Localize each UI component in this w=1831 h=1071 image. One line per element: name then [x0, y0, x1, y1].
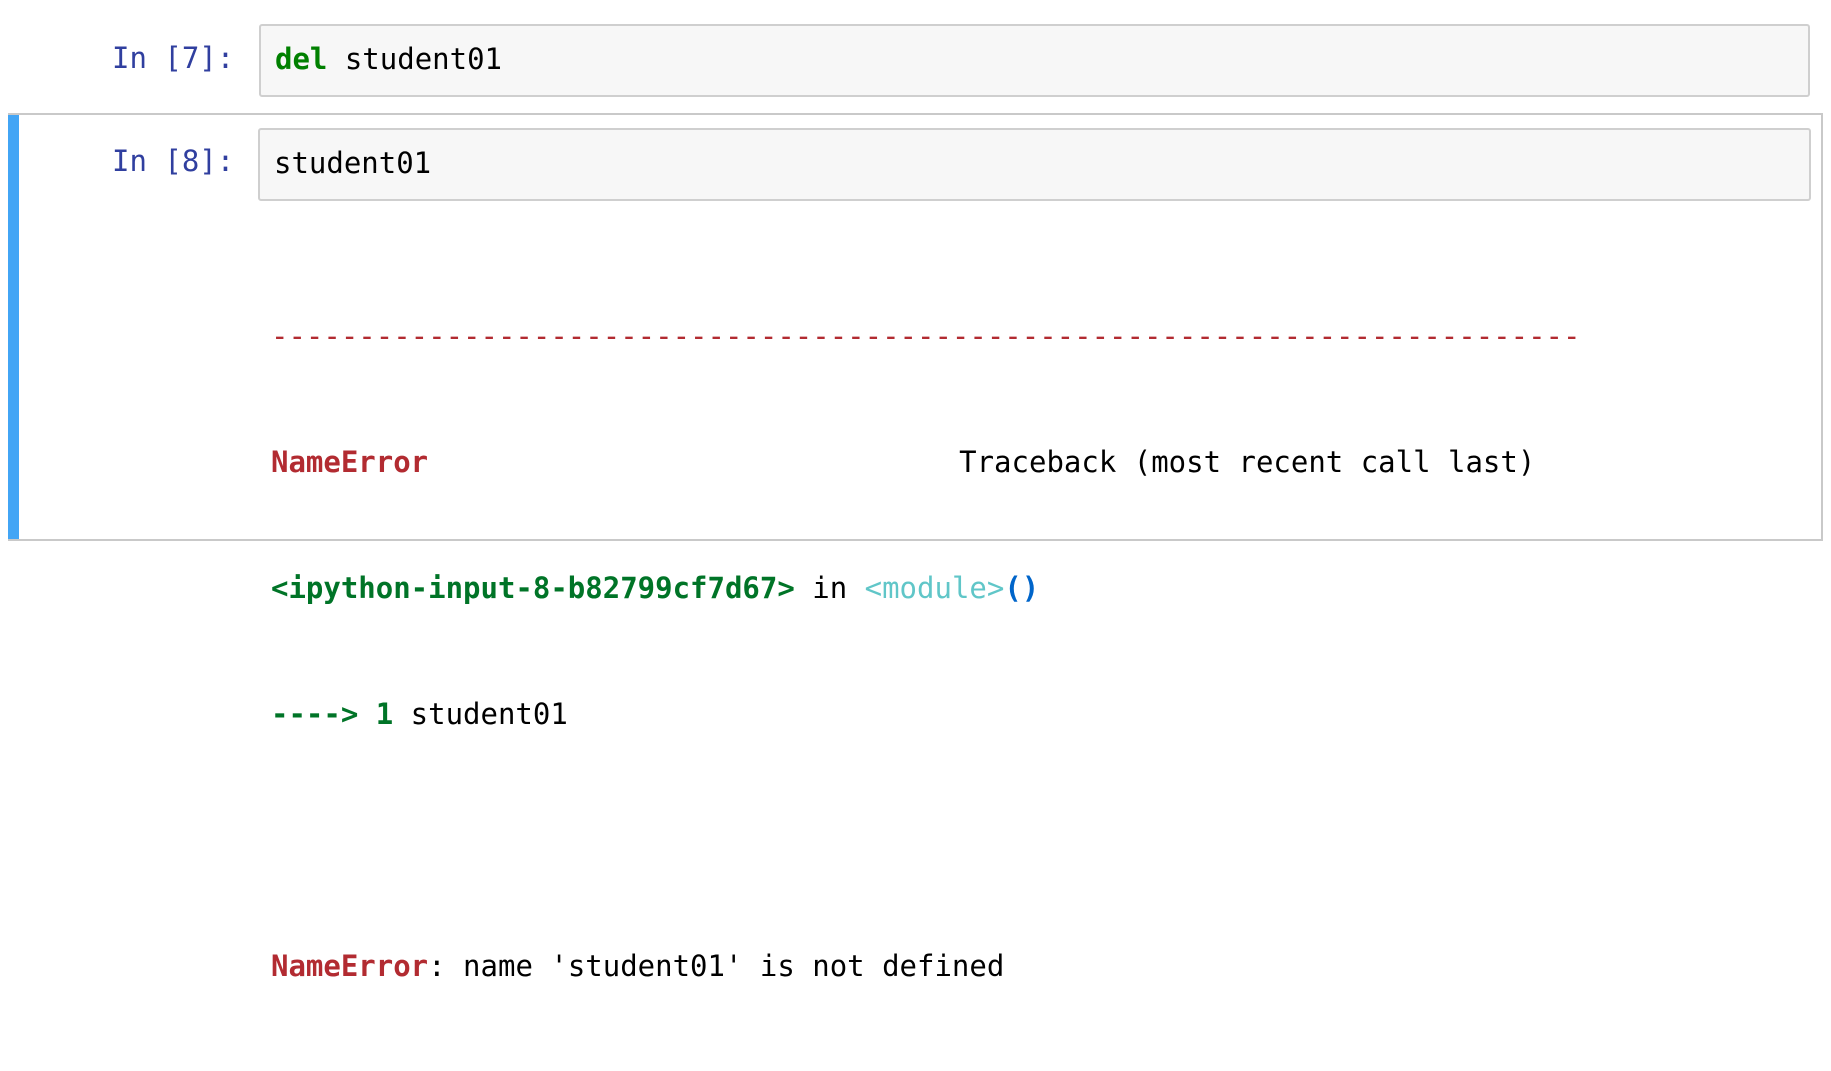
- notebook-cell-8-selected[interactable]: In [8]: student01 ----------------------…: [8, 113, 1823, 983]
- traceback-separator: ----------------------------------------…: [271, 319, 1581, 353]
- in-text: in: [794, 571, 865, 605]
- traceback-header: Traceback (most recent call last): [959, 445, 1536, 479]
- code-keyword-del: del: [275, 42, 328, 76]
- ipython-input-ref: <ipython-input-8-b82799cf7d67>: [271, 571, 795, 605]
- error-name: NameError: [271, 445, 429, 479]
- traceback-code: student01: [393, 697, 568, 731]
- cell-selection-indicator: [8, 115, 19, 539]
- code-line: del student01: [275, 45, 502, 74]
- code-line: student01: [274, 146, 432, 180]
- final-error-name: NameError: [271, 949, 429, 983]
- module-parens: (): [1004, 571, 1040, 605]
- code-input-area[interactable]: del student01: [259, 24, 1810, 97]
- traceback-header-line: NameError Traceback (most recent call las…: [271, 441, 1811, 483]
- traceback-arrow: ----> 1: [271, 697, 394, 731]
- cell-output-traceback: ----------------------------------------…: [271, 231, 1811, 1071]
- module-text: <module>: [864, 571, 1005, 605]
- input-prompt: In [8]:: [112, 144, 235, 178]
- code-input-area[interactable]: student01: [258, 128, 1811, 201]
- final-error-message: : name 'student01' is not defined: [428, 949, 1005, 983]
- code-text: student01: [327, 42, 502, 76]
- traceback-code-line: ----> 1 student01: [271, 693, 1811, 735]
- input-prompt: In [7]:: [112, 41, 235, 75]
- traceback-location-line: <ipython-input-8-b82799cf7d67> in <modul…: [271, 567, 1811, 609]
- notebook-cell-7[interactable]: In [7]: del student01: [0, 0, 1831, 108]
- error-message-line: NameError: name 'student01' is not defin…: [271, 945, 1811, 987]
